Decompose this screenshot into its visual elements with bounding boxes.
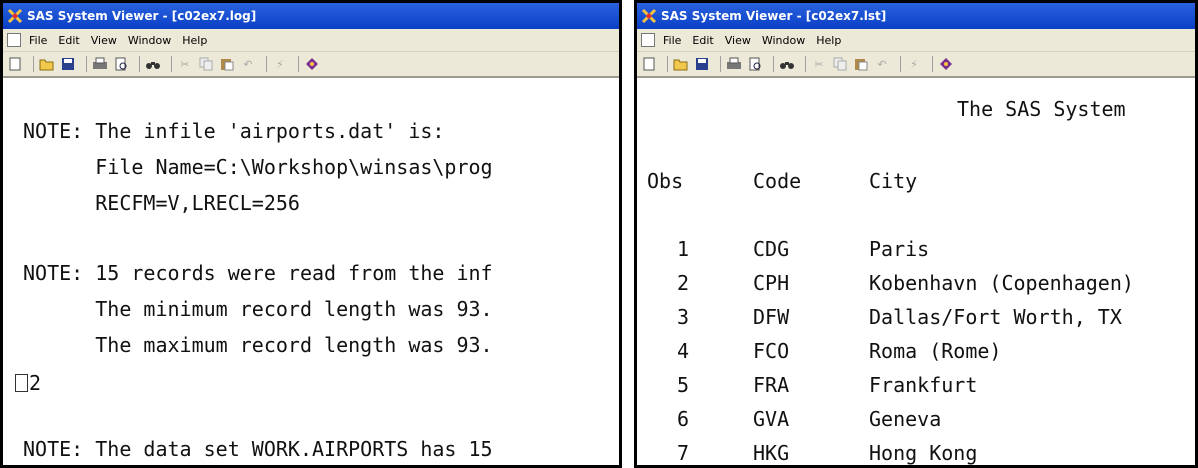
- sas-app-icon: [7, 8, 23, 24]
- page-break-box: [15, 374, 28, 392]
- menu-bar: File Edit View Window Help: [3, 29, 619, 52]
- row-obs: 3: [677, 305, 690, 329]
- log-line: The maximum record length was 93.: [23, 333, 493, 357]
- clear-icon[interactable]: ⚡: [906, 56, 922, 72]
- page-break-line: 2: [15, 371, 41, 395]
- sas-app-icon: [641, 8, 657, 24]
- document-icon[interactable]: [641, 33, 655, 47]
- open-icon[interactable]: [673, 56, 689, 72]
- toolbar-separator: [773, 56, 774, 72]
- paste-icon[interactable]: [853, 56, 869, 72]
- row-code: CPH: [753, 271, 790, 295]
- print-icon[interactable]: [726, 56, 742, 72]
- find-icon[interactable]: [145, 56, 161, 72]
- toolbar: ✂ ↶ ⚡: [3, 52, 619, 78]
- log-line: NOTE: The infile 'airports.dat' is:: [23, 119, 445, 143]
- print-preview-icon[interactable]: [747, 56, 763, 72]
- print-icon[interactable]: [92, 56, 108, 72]
- row-city: Paris: [869, 237, 930, 261]
- column-header-obs: Obs: [647, 169, 684, 193]
- row-code: DFW: [753, 305, 790, 329]
- clear-icon[interactable]: ⚡: [272, 56, 288, 72]
- menu-window[interactable]: Window: [128, 34, 171, 47]
- print-preview-icon[interactable]: [113, 56, 129, 72]
- menu-help[interactable]: Help: [182, 34, 207, 47]
- row-city: Frankfurt: [869, 373, 978, 397]
- toolbar-separator: [667, 56, 668, 72]
- save-icon[interactable]: [60, 56, 76, 72]
- report-title: The SAS System: [957, 97, 1126, 121]
- row-obs: 4: [677, 339, 690, 363]
- listing-viewer-window: SAS System Viewer - [c02ex7.lst] File Ed…: [634, 0, 1198, 468]
- window-title: SAS System Viewer - [c02ex7.log]: [27, 9, 257, 23]
- row-obs: 2: [677, 271, 690, 295]
- help-book-icon[interactable]: [938, 56, 954, 72]
- row-city: Kobenhavn (Copenhagen): [869, 271, 1134, 295]
- help-book-icon[interactable]: [304, 56, 320, 72]
- open-icon[interactable]: [39, 56, 55, 72]
- column-header-code: Code: [753, 169, 802, 193]
- toolbar-separator: [900, 56, 901, 72]
- log-line: NOTE: 15 records were read from the inf: [23, 261, 493, 285]
- cut-icon[interactable]: ✂: [177, 56, 193, 72]
- title-bar[interactable]: SAS System Viewer - [c02ex7.log]: [3, 3, 619, 29]
- menu-window[interactable]: Window: [762, 34, 805, 47]
- document-icon[interactable]: [7, 33, 21, 47]
- log-line: RECFM=V,LRECL=256: [23, 191, 300, 215]
- title-bar[interactable]: SAS System Viewer - [c02ex7.lst]: [637, 3, 1195, 29]
- undo-icon[interactable]: ↶: [240, 56, 256, 72]
- toolbar-separator: [266, 56, 267, 72]
- menu-edit[interactable]: Edit: [58, 34, 79, 47]
- paste-icon[interactable]: [219, 56, 235, 72]
- page-number: 2: [29, 371, 42, 395]
- row-city: Geneva: [869, 407, 942, 431]
- new-icon[interactable]: [641, 56, 657, 72]
- menu-view[interactable]: View: [91, 34, 117, 47]
- toolbar-separator: [932, 56, 933, 72]
- menu-help[interactable]: Help: [816, 34, 841, 47]
- menu-view[interactable]: View: [725, 34, 751, 47]
- menu-file[interactable]: File: [663, 34, 681, 47]
- row-code: CDG: [753, 237, 790, 261]
- row-obs: 1: [677, 237, 690, 261]
- toolbar-separator: [720, 56, 721, 72]
- save-icon[interactable]: [694, 56, 710, 72]
- toolbar-separator: [171, 56, 172, 72]
- toolbar: ✂ ↶ ⚡: [637, 52, 1195, 78]
- toolbar-separator: [298, 56, 299, 72]
- log-line: The minimum record length was 93.: [23, 297, 493, 321]
- new-icon[interactable]: [7, 56, 23, 72]
- undo-icon[interactable]: ↶: [874, 56, 890, 72]
- copy-icon[interactable]: [198, 56, 214, 72]
- menu-file[interactable]: File: [29, 34, 47, 47]
- row-obs: 6: [677, 407, 690, 431]
- toolbar-separator: [86, 56, 87, 72]
- row-code: HKG: [753, 441, 790, 465]
- row-code: FRA: [753, 373, 790, 397]
- row-obs: 5: [677, 373, 690, 397]
- log-line: File Name=C:\Workshop\winsas\prog: [23, 155, 493, 179]
- window-title: SAS System Viewer - [c02ex7.lst]: [661, 9, 887, 23]
- copy-icon[interactable]: [832, 56, 848, 72]
- row-code: FCO: [753, 339, 790, 363]
- log-viewer-window: SAS System Viewer - [c02ex7.log] File Ed…: [0, 0, 622, 468]
- find-icon[interactable]: [779, 56, 795, 72]
- toolbar-separator: [33, 56, 34, 72]
- toolbar-separator: [805, 56, 806, 72]
- menu-bar: File Edit View Window Help: [637, 29, 1195, 52]
- row-city: Dallas/Fort Worth, TX: [869, 305, 1122, 329]
- toolbar-separator: [139, 56, 140, 72]
- row-city: Hong Kong: [869, 441, 978, 465]
- cut-icon[interactable]: ✂: [811, 56, 827, 72]
- log-line: NOTE: The data set WORK.AIRPORTS has 15: [23, 437, 493, 461]
- row-code: GVA: [753, 407, 790, 431]
- row-city: Roma (Rome): [869, 339, 1002, 363]
- column-header-city: City: [869, 169, 918, 193]
- menu-edit[interactable]: Edit: [692, 34, 713, 47]
- row-obs: 7: [677, 441, 690, 465]
